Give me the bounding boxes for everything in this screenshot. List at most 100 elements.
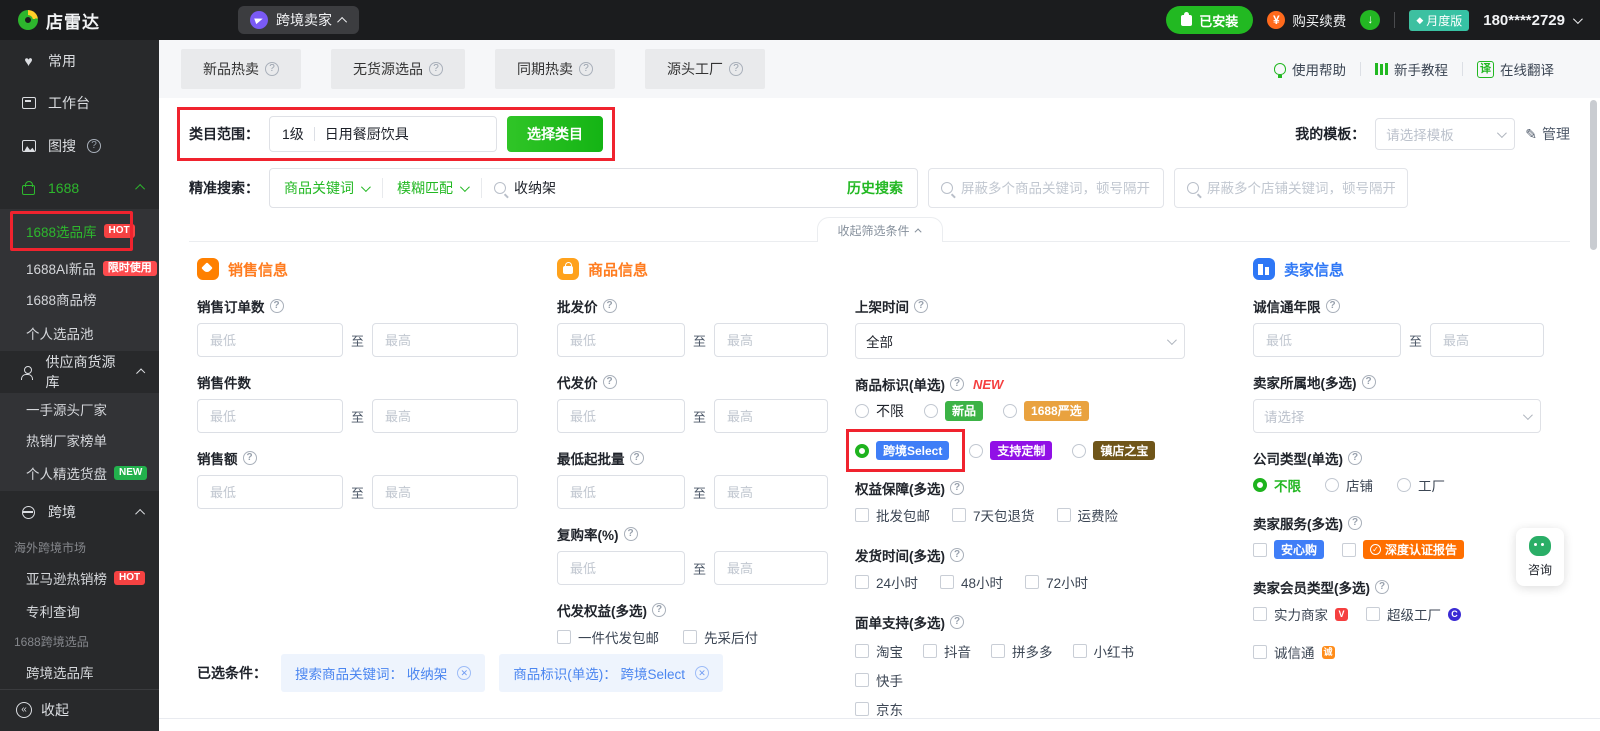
sales-amount-min-input[interactable]: [197, 475, 343, 509]
template-select[interactable]: 请选择模板: [1375, 118, 1516, 150]
sales-units-min-input[interactable]: [197, 399, 343, 433]
help-icon[interactable]: ?: [1348, 451, 1362, 465]
checkbox-ship-72h[interactable]: 72小时: [1025, 572, 1088, 592]
sidebar-item-1688-pool[interactable]: 1688选品库 HOT: [0, 209, 159, 253]
scrollbar-thumb[interactable]: [1590, 100, 1597, 250]
sales-units-max-input[interactable]: [372, 399, 519, 433]
sidebar-item-personal-pool[interactable]: 个人选品池: [0, 315, 159, 351]
tab-source-factory[interactable]: 源头工厂?: [645, 49, 765, 89]
checkbox-waybill-xiaohongshu[interactable]: 小红书: [1072, 641, 1134, 661]
radio-mark-1688-select[interactable]: 1688严选: [1003, 401, 1089, 421]
checkbox-waybill-kuaishou[interactable]: 快手: [855, 670, 903, 690]
checkbox-buy-later[interactable]: 先采后付: [683, 627, 758, 647]
tab-new-hot[interactable]: 新品热卖?: [181, 49, 301, 89]
sidebar-item-image-search[interactable]: 图搜 ?: [0, 124, 159, 166]
sidebar-item-hot-factory[interactable]: 热销厂家榜单: [0, 424, 159, 455]
checkbox-ship-24h[interactable]: 24小时: [855, 572, 918, 592]
help-icon[interactable]: ?: [265, 62, 279, 76]
sidebar-collapse-button[interactable]: « 收起: [0, 688, 159, 731]
usage-help-link[interactable]: 使用帮助: [1274, 59, 1346, 79]
consult-widget[interactable]: 咨询: [1516, 528, 1564, 586]
checkbox-dropship-free-shipping[interactable]: 一件代发包邮: [557, 627, 659, 647]
checkbox-shipping-insurance[interactable]: 运费险: [1056, 505, 1118, 525]
radio-company-unlimited[interactable]: 不限: [1253, 475, 1301, 495]
shelf-time-select[interactable]: 全部: [855, 323, 1185, 359]
checkbox-member-super-factory[interactable]: 超级工厂 C: [1366, 604, 1461, 624]
checkbox-member-strength-merchant[interactable]: 实力商家 V: [1253, 604, 1348, 624]
wholesale-max-input[interactable]: [714, 323, 829, 357]
sidebar-item-workbench[interactable]: 工作台: [0, 82, 159, 124]
sidebar-item-personal-goods[interactable]: 个人精选货盘 NEW: [0, 455, 159, 491]
sidebar-item-amazon-bestsellers[interactable]: 亚马逊热销榜 HOT: [0, 562, 159, 595]
checkbox-waybill-taobao[interactable]: 淘宝: [855, 641, 903, 661]
sales-amount-max-input[interactable]: [372, 475, 519, 509]
sidebar-item-common[interactable]: ♥ 常用: [0, 40, 159, 82]
help-icon[interactable]: ?: [242, 451, 257, 465]
tutorial-link[interactable]: 新手教程: [1375, 59, 1448, 79]
help-icon[interactable]: ?: [1361, 375, 1376, 389]
seller-area-select[interactable]: 请选择: [1253, 399, 1541, 433]
sidebar-item-crossborder-library[interactable]: 跨境选品库: [0, 656, 159, 689]
help-icon[interactable]: ?: [602, 299, 617, 313]
checkbox-waybill-douyin[interactable]: 抖音: [923, 641, 971, 661]
installed-button[interactable]: 已安装: [1166, 6, 1254, 34]
radio-mark-customizable[interactable]: 支持定制: [969, 441, 1053, 461]
sidebar-item-supplier[interactable]: 供应商货源库: [0, 351, 159, 393]
category-value-box[interactable]: 1级 日用餐厨饮具: [269, 116, 497, 152]
cxt-years-max-input[interactable]: [1430, 323, 1545, 357]
checkbox-ship-48h[interactable]: 48小时: [940, 572, 1003, 592]
renew-button[interactable]: ¥ 购买续费: [1267, 10, 1346, 30]
checkbox-7day-return[interactable]: 7天包退货: [952, 505, 1035, 525]
collapse-filters-button[interactable]: 收起筛选条件: [816, 217, 943, 242]
radio-company-shop[interactable]: 店铺: [1325, 475, 1373, 495]
checkbox-member-cxt[interactable]: 诚信通诚: [1253, 642, 1335, 662]
help-icon[interactable]: ?: [602, 375, 617, 389]
help-icon[interactable]: ?: [914, 299, 928, 313]
moq-max-input[interactable]: [714, 475, 829, 509]
sidebar-item-1688-ranking[interactable]: 1688商品榜: [0, 284, 159, 315]
checkbox-wholesale-free-shipping[interactable]: 批发包邮: [855, 505, 930, 525]
radio-mark-unlimited[interactable]: 不限: [855, 401, 904, 421]
help-icon[interactable]: ?: [950, 481, 964, 496]
help-icon[interactable]: ?: [1325, 299, 1340, 313]
repurchase-min-input[interactable]: [557, 551, 685, 585]
checkbox-service-deep-cert[interactable]: ✓ 深度认证报告: [1342, 540, 1465, 560]
help-icon[interactable]: ?: [623, 527, 638, 541]
wholesale-min-input[interactable]: [557, 323, 685, 357]
radio-mark-store-treasure[interactable]: 镇店之宝: [1072, 441, 1156, 461]
sidebar-item-crossborder[interactable]: 跨境: [0, 491, 159, 533]
dropship-min-input[interactable]: [557, 399, 685, 433]
role-switcher-button[interactable]: 跨境卖家: [238, 6, 359, 34]
sidebar-item-1688[interactable]: 1688: [0, 167, 159, 209]
match-type-select[interactable]: 模糊匹配: [383, 169, 481, 207]
help-icon[interactable]: ?: [950, 615, 964, 630]
sidebar-item-source-factory[interactable]: 一手源头厂家: [0, 393, 159, 424]
help-icon[interactable]: ?: [1348, 516, 1362, 530]
remove-tag-icon[interactable]: ✕: [695, 666, 710, 680]
download-icon[interactable]: ↓: [1360, 10, 1381, 30]
manage-templates-button[interactable]: ✎ 管理: [1525, 124, 1570, 144]
block-product-keywords-input[interactable]: [961, 180, 1151, 196]
help-icon[interactable]: ?: [950, 377, 964, 391]
sales-orders-max-input[interactable]: [372, 323, 519, 357]
dropship-max-input[interactable]: [714, 399, 829, 433]
checkbox-waybill-jd[interactable]: 京东: [855, 699, 1200, 719]
repurchase-max-input[interactable]: [714, 551, 829, 585]
radio-mark-new-product[interactable]: 新品: [924, 401, 984, 421]
help-icon[interactable]: ?: [629, 451, 644, 465]
keyword-type-select[interactable]: 商品关键词: [270, 169, 382, 207]
sales-orders-min-input[interactable]: [197, 323, 343, 357]
moq-min-input[interactable]: [557, 475, 685, 509]
tab-same-period[interactable]: 同期热卖?: [495, 49, 615, 89]
checkbox-service-safe-buy[interactable]: 安心购: [1253, 540, 1325, 560]
keyword-input[interactable]: [514, 180, 821, 196]
sidebar-item-1688-ai-new[interactable]: 1688AI新品 限时使用: [0, 253, 159, 284]
checkbox-waybill-pinduoduo[interactable]: 拼多多: [991, 641, 1053, 661]
radio-company-factory[interactable]: 工厂: [1397, 475, 1445, 495]
help-icon[interactable]: ?: [652, 603, 666, 617]
help-icon[interactable]: ?: [87, 138, 101, 153]
select-category-button[interactable]: 选择类目: [507, 116, 603, 152]
radio-mark-crossborder-select[interactable]: 跨境Select: [846, 429, 966, 473]
cxt-years-min-input[interactable]: [1253, 323, 1401, 357]
sidebar-item-patent-search[interactable]: 专利查询: [0, 595, 159, 628]
